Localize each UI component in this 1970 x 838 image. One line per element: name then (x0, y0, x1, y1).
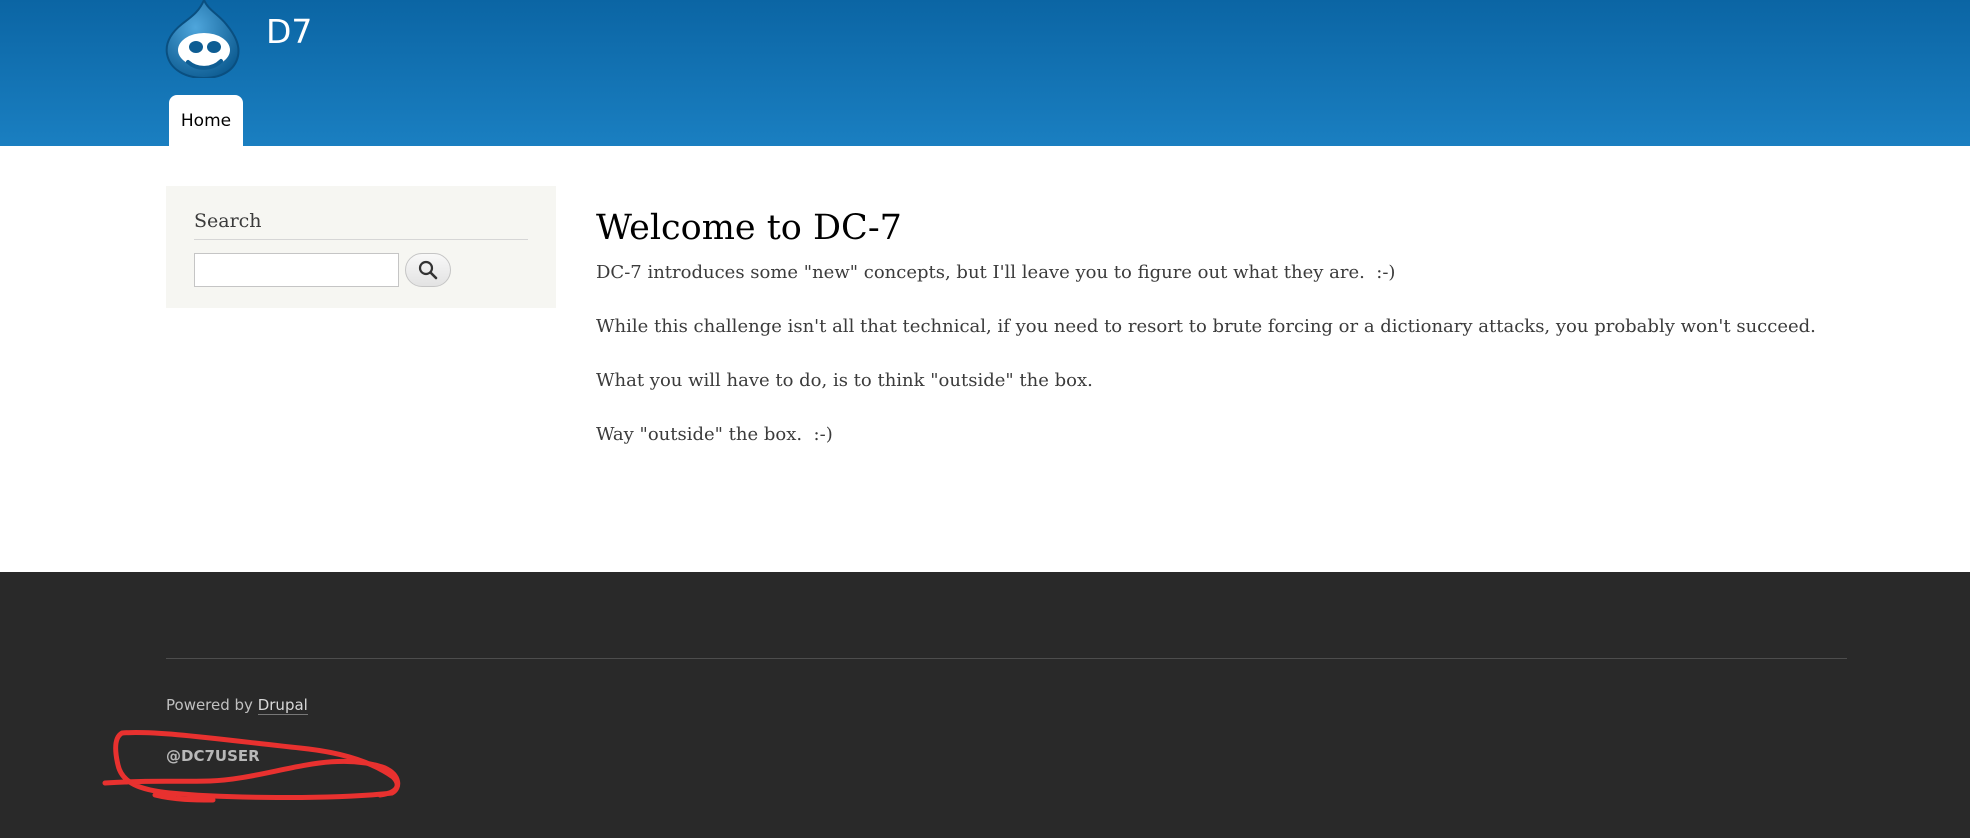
footer-divider (166, 658, 1847, 659)
search-input[interactable] (194, 253, 399, 287)
search-button[interactable] (405, 253, 451, 287)
content-paragraph: Way "outside" the box. :-) (596, 424, 833, 445)
powered-by-text: Powered by (166, 696, 258, 714)
tab-home[interactable]: Home (169, 95, 243, 146)
content-paragraph: What you will have to do, is to think "o… (596, 370, 1093, 391)
main-menu: Home (169, 95, 243, 146)
drupal-drop-icon[interactable] (164, 0, 242, 80)
search-form (194, 253, 528, 289)
drupal-link[interactable]: Drupal (257, 696, 308, 715)
main-content: Welcome to DC-7 DC-7 introduces some "ne… (596, 206, 1896, 476)
site-header: D7 Home (0, 0, 1970, 146)
user-handle: @DC7USER (166, 747, 260, 765)
powered-by: Powered by Drupal (166, 696, 308, 715)
site-name[interactable]: D7 (266, 12, 312, 52)
page-title: Welcome to DC-7 (596, 208, 902, 248)
search-block-title: Search (194, 209, 528, 240)
search-icon (418, 260, 438, 280)
site-footer: Powered by Drupal @DC7USER (0, 572, 1970, 838)
content-paragraph: While this challenge isn't all that tech… (596, 316, 1816, 337)
content-paragraph: DC-7 introduces some "new" concepts, but… (596, 262, 1396, 283)
search-block: Search (166, 186, 556, 308)
